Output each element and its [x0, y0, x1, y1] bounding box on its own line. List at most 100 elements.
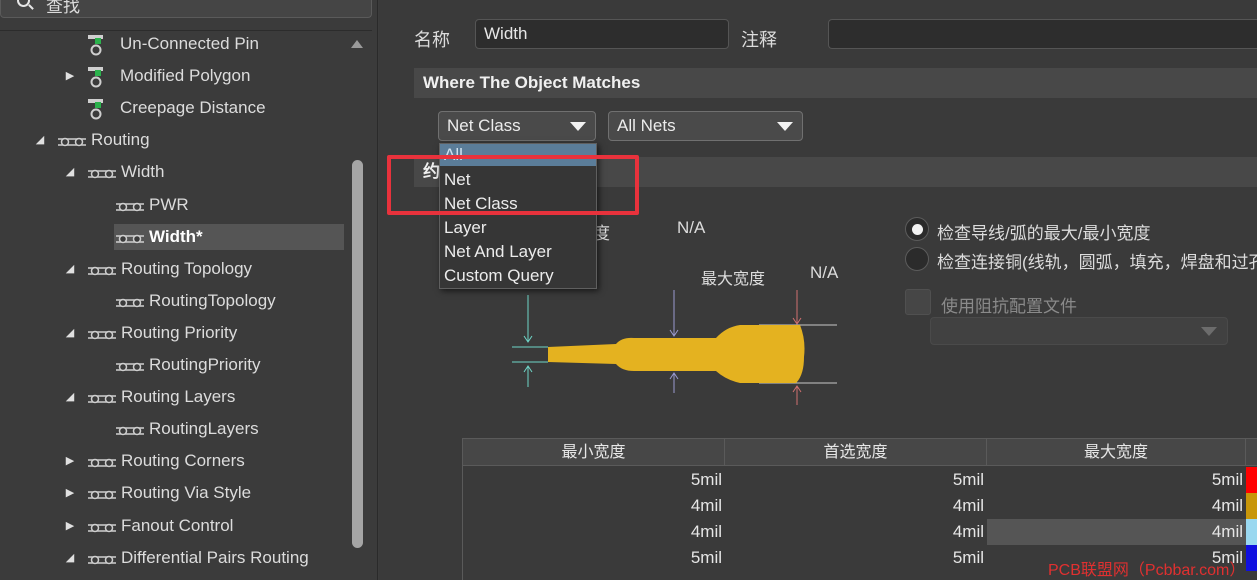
column-header-preferred-width[interactable]: 首选宽度	[725, 439, 987, 466]
min-width-value: N/A	[677, 218, 706, 237]
tree-item[interactable]: RoutingLayers	[0, 416, 344, 442]
routing-rule-icon	[56, 132, 88, 148]
tree-item-label: Routing Priority	[121, 323, 238, 342]
tree-item-label: RoutingPriority	[149, 355, 261, 374]
where-object-matches-header: Where The Object Matches	[414, 68, 1257, 98]
tree-item[interactable]: ◢ Differential Pairs Routing	[0, 545, 344, 571]
tree-item[interactable]: PWR	[0, 192, 344, 218]
layer-color-swatch	[1246, 545, 1257, 571]
routing-rule-icon	[86, 389, 118, 405]
layer-color-swatch	[1246, 493, 1257, 519]
table-cell-max[interactable]: 4mil	[987, 493, 1246, 519]
tree-item[interactable]: ◢ Routing	[0, 127, 344, 153]
routing-rule-icon	[86, 261, 118, 277]
dropdown-option[interactable]: Layer	[440, 216, 596, 240]
column-header-min-width[interactable]: 最小宽度	[463, 439, 725, 466]
expanded-arrow-icon[interactable]: ◢	[64, 320, 76, 346]
tree-item[interactable]: Creepage Distance	[0, 95, 344, 121]
tree-item-label: Routing Via Style	[121, 483, 252, 502]
track-width-diagram	[512, 290, 837, 405]
tree-item[interactable]: Un-Connected Pin	[0, 31, 344, 57]
routing-rule-icon	[86, 485, 118, 501]
dropdown-option[interactable]: Custom Query	[440, 264, 596, 288]
table-cell-min[interactable]: 4mil	[463, 519, 725, 545]
tree-item-label: Modified Polygon	[120, 66, 251, 85]
table-cell-min[interactable]: 4mil	[463, 493, 725, 519]
layer-color-swatch	[1246, 519, 1257, 545]
collapsed-arrow-icon[interactable]: ▶	[64, 513, 76, 539]
tree-item[interactable]: ▶ Fanout Control	[0, 513, 344, 539]
column-header-max-width[interactable]: 最大宽度	[987, 439, 1246, 466]
impedance-profile-combo[interactable]	[930, 317, 1228, 345]
table-cell-pref[interactable]: 5mil	[725, 467, 987, 493]
expanded-arrow-icon[interactable]: ◢	[64, 256, 76, 282]
routing-rule-icon	[114, 421, 146, 437]
expanded-arrow-icon[interactable]: ◢	[64, 545, 76, 571]
impedance-profile-label: 使用阻抗配置文件	[941, 297, 1077, 316]
tree-item[interactable]: ▶ Routing Via Style	[0, 480, 344, 506]
table-cell-max[interactable]: 4mil	[987, 519, 1246, 545]
table-cell-pref[interactable]: 4mil	[725, 493, 987, 519]
expanded-arrow-icon[interactable]: ◢	[34, 127, 46, 153]
routing-rule-icon	[86, 453, 118, 469]
min-width-arrows	[512, 295, 548, 387]
search-box[interactable]: 查找	[0, 0, 372, 18]
tree-item[interactable]: ▶ Routing Corners	[0, 448, 344, 474]
comment-label: 注释	[741, 30, 777, 50]
tree-item-label: Fanout Control	[121, 516, 234, 535]
net-scope-combo[interactable]: All Nets	[608, 111, 803, 141]
table-cell-min[interactable]: 5mil	[463, 545, 725, 571]
tree-item-label: RoutingLayers	[149, 419, 259, 438]
routing-rule-icon	[114, 293, 146, 309]
tree-item[interactable]: Width*	[114, 224, 344, 250]
expanded-arrow-icon[interactable]: ◢	[64, 384, 76, 410]
watermark: PCB联盟网（Pcbbar.com）	[1048, 562, 1246, 579]
check-connected-copper-radio[interactable]	[905, 247, 929, 271]
search-icon	[17, 0, 30, 7]
tree-item[interactable]: ◢ Routing Priority	[0, 320, 344, 346]
chevron-down-icon	[570, 122, 586, 131]
scroll-up-arrow-icon[interactable]	[351, 40, 363, 48]
column-header-color	[1246, 439, 1257, 466]
routing-rule-icon	[114, 197, 146, 213]
routing-rule-icon	[86, 550, 118, 566]
design-rules-dialog: 查找 Un-Connected Pin ▶ Modified Polygon Cree…	[0, 0, 1257, 580]
tree-item-label: PWR	[149, 195, 189, 214]
name-label: 名称	[414, 30, 450, 50]
rules-tree-panel: 查找 Un-Connected Pin ▶ Modified Polygon Cree…	[0, 0, 378, 580]
name-field[interactable]: Width	[475, 19, 729, 49]
dropdown-option[interactable]: Net And Layer	[440, 240, 596, 264]
tree-item-label: Un-Connected Pin	[120, 34, 259, 53]
tree-item-label: Creepage Distance	[120, 98, 266, 117]
routing-rule-icon	[114, 229, 146, 245]
tree-item[interactable]: ◢ Routing Topology	[0, 256, 344, 282]
collapsed-arrow-icon[interactable]: ▶	[64, 63, 76, 89]
chevron-down-icon	[777, 122, 793, 131]
table-cell-pref[interactable]: 4mil	[725, 519, 987, 545]
tree-item-label: Width*	[149, 227, 203, 246]
rule-icon	[87, 32, 109, 56]
rule-icon	[87, 96, 109, 120]
collapsed-arrow-icon[interactable]: ▶	[64, 480, 76, 506]
comment-field[interactable]	[828, 19, 1257, 49]
tree-item-label: RoutingTopology	[149, 291, 276, 310]
search-label: 查找	[46, 0, 80, 16]
impedance-profile-checkbox[interactable]	[905, 289, 931, 315]
check-track-width-radio[interactable]	[905, 217, 929, 241]
tree-item[interactable]: ◢ Routing Layers	[0, 384, 344, 410]
tree-item[interactable]: RoutingPriority	[0, 352, 344, 378]
table-cell-max[interactable]: 5mil	[987, 467, 1246, 493]
table-cell-min[interactable]: 5mil	[463, 467, 725, 493]
tree-item[interactable]: ▶ Modified Polygon	[0, 63, 344, 89]
match-type-combo[interactable]: Net Class	[438, 111, 596, 141]
routing-rule-icon	[86, 164, 118, 180]
collapsed-arrow-icon[interactable]: ▶	[64, 448, 76, 474]
table-cell-pref[interactable]: 5mil	[725, 545, 987, 571]
tree-item[interactable]: RoutingTopology	[0, 288, 344, 314]
tree-item-label: Routing Topology	[121, 259, 253, 278]
check-track-width-label: 检查导线/弧的最大/最小宽度	[937, 224, 1151, 243]
expanded-arrow-icon[interactable]: ◢	[64, 159, 76, 185]
tree-item[interactable]: ◢ Width	[0, 159, 344, 185]
tree-scrollbar-thumb[interactable]	[352, 160, 363, 548]
tree-item-label: Routing Layers	[121, 387, 236, 406]
